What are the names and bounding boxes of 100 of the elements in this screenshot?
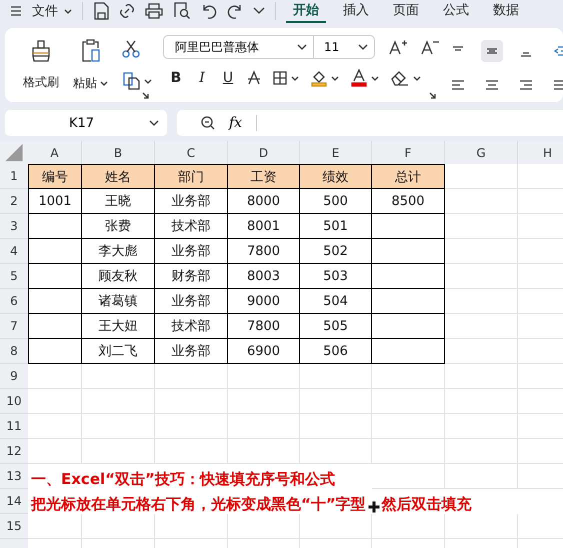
grid-cell[interactable] (445, 364, 518, 389)
file-menu[interactable]: 文件 (32, 2, 72, 20)
scissors-icon[interactable] (122, 40, 140, 58)
row-header[interactable]: 9 (0, 364, 28, 389)
grid-cell[interactable] (372, 514, 445, 539)
table-cell[interactable] (372, 239, 445, 264)
row-header[interactable]: 4 (0, 239, 28, 264)
grid-cell[interactable] (155, 364, 228, 389)
grid-cell[interactable] (228, 514, 300, 539)
table-cell[interactable] (28, 339, 82, 364)
row-header[interactable]: 7 (0, 314, 28, 339)
grid-cell[interactable] (445, 389, 518, 414)
dialog-launcher-icon[interactable] (142, 92, 149, 99)
zoom-icon[interactable] (201, 116, 215, 130)
table-cell[interactable] (28, 314, 82, 339)
table-cell[interactable]: 8500 (372, 189, 445, 214)
print-preview-icon[interactable] (173, 2, 191, 20)
table-cell[interactable]: 业务部 (155, 239, 228, 264)
table-cell[interactable] (28, 289, 82, 314)
table-cell[interactable] (372, 289, 445, 314)
paste-button[interactable]: 粘贴 (73, 38, 108, 92)
table-cell[interactable]: 502 (300, 239, 372, 264)
grid-cell[interactable] (155, 514, 228, 539)
table-cell[interactable]: 504 (300, 289, 372, 314)
table-cell[interactable]: 顾友秋 (82, 264, 155, 289)
row-header[interactable]: 10 (0, 389, 28, 414)
font-color-button[interactable] (351, 69, 379, 87)
borders-button[interactable] (273, 71, 299, 85)
grid-cell[interactable] (82, 514, 155, 539)
table-cell[interactable] (372, 264, 445, 289)
format-painter-button[interactable]: 格式刷 (23, 40, 59, 90)
row-header[interactable]: 6 (0, 289, 28, 314)
ribbon-tab[interactable]: 公式 (436, 0, 476, 23)
table-cell[interactable] (372, 314, 445, 339)
grid-cell[interactable] (82, 414, 155, 439)
column-header[interactable]: B (82, 141, 155, 164)
table-cell[interactable]: 张费 (82, 214, 155, 239)
link-icon[interactable] (119, 3, 135, 19)
column-header[interactable]: A (28, 141, 82, 164)
grid-cell[interactable] (28, 414, 82, 439)
column-header[interactable]: C (155, 141, 228, 164)
grid-cell[interactable] (445, 464, 518, 489)
header-cell[interactable]: 编号 (28, 164, 82, 189)
grid-cell[interactable] (372, 389, 445, 414)
row-header[interactable]: 13 (0, 464, 28, 489)
column-header[interactable]: F (372, 141, 445, 164)
grid-cell[interactable] (228, 414, 300, 439)
table-cell[interactable]: 业务部 (155, 189, 228, 214)
grid-cell[interactable] (300, 439, 372, 464)
italic-button[interactable]: I (195, 70, 209, 86)
grid-cell[interactable] (28, 439, 82, 464)
table-cell[interactable]: 503 (300, 264, 372, 289)
menu-icon[interactable] (10, 5, 22, 17)
table-cell[interactable]: 李大彪 (82, 239, 155, 264)
column-header[interactable]: D (228, 141, 300, 164)
formula-input[interactable]: fx (177, 110, 563, 136)
grid-cell[interactable] (445, 289, 518, 314)
strikethrough-icon[interactable] (247, 70, 261, 86)
grid-cell[interactable] (445, 264, 518, 289)
table-cell[interactable]: 506 (300, 339, 372, 364)
align-middle-icon[interactable] (481, 40, 503, 62)
grid-cell[interactable] (445, 514, 518, 539)
column-header[interactable]: E (300, 141, 372, 164)
table-cell[interactable] (28, 264, 82, 289)
ribbon-tab[interactable]: 页面 (386, 0, 426, 23)
grid-cell[interactable] (372, 414, 445, 439)
table-cell[interactable]: 刘二飞 (82, 339, 155, 364)
grid-cell[interactable] (445, 239, 518, 264)
column-header[interactable]: G (445, 141, 518, 164)
table-cell[interactable]: 王晓 (82, 189, 155, 214)
header-cell[interactable]: 姓名 (82, 164, 155, 189)
grid-cell[interactable] (228, 364, 300, 389)
grid-cell[interactable] (300, 364, 372, 389)
grid-cell[interactable] (155, 439, 228, 464)
save-icon[interactable] (93, 2, 109, 20)
table-cell[interactable]: 505 (300, 314, 372, 339)
grid-cell[interactable] (228, 439, 300, 464)
table-cell[interactable]: 8001 (228, 214, 300, 239)
grid-cell[interactable] (300, 514, 372, 539)
grid-cell[interactable] (28, 364, 82, 389)
decrease-font-icon[interactable] (421, 39, 439, 55)
table-cell[interactable] (28, 239, 82, 264)
table-cell[interactable]: 9000 (228, 289, 300, 314)
row-header[interactable]: 8 (0, 339, 28, 364)
more-icon[interactable] (253, 7, 265, 15)
table-cell[interactable]: 业务部 (155, 289, 228, 314)
table-cell[interactable]: 8000 (228, 189, 300, 214)
table-cell[interactable]: 7800 (228, 314, 300, 339)
row-header[interactable]: 5 (0, 264, 28, 289)
table-cell[interactable]: 技术部 (155, 214, 228, 239)
grid-cell[interactable] (300, 389, 372, 414)
header-cell[interactable]: 部门 (155, 164, 228, 189)
grid-cell[interactable] (300, 414, 372, 439)
column-header[interactable]: H (518, 141, 563, 164)
row-header[interactable]: 14 (0, 489, 28, 514)
table-cell[interactable]: 财务部 (155, 264, 228, 289)
ribbon-tab[interactable]: 插入 (336, 0, 376, 23)
grid-cell[interactable] (445, 314, 518, 339)
table-cell[interactable]: 诸葛镇 (82, 289, 155, 314)
header-cell[interactable]: 绩效 (300, 164, 372, 189)
